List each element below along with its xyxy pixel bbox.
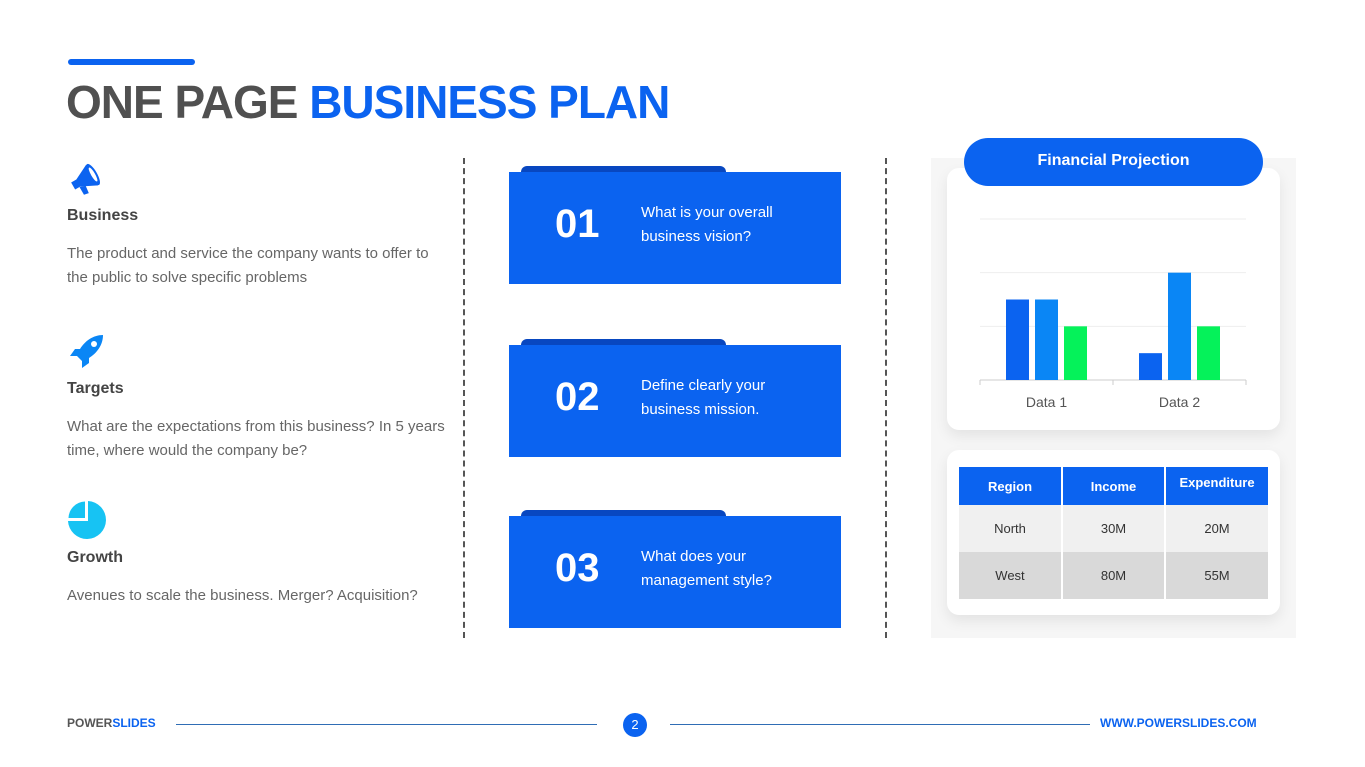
feature-business: Business The product and service the com… <box>67 158 447 290</box>
cell-region: West <box>959 552 1063 599</box>
cell-expenditure: 55M <box>1165 552 1268 599</box>
x-tick-label: Data 1 <box>1026 394 1067 410</box>
footer-line-left <box>176 724 597 725</box>
table-header-row: Region Income Expenditure <box>959 467 1268 505</box>
header-income: Income <box>1062 467 1166 505</box>
dashed-divider-right <box>885 158 887 638</box>
bar-chart: Data 1 Data 2 <box>979 218 1247 410</box>
step-number: 03 <box>555 546 600 590</box>
dashed-divider-left <box>463 158 465 638</box>
step-card-3: 03 What does your management style? <box>509 510 841 628</box>
title-part-gray: ONE PAGE <box>66 76 298 128</box>
brand-part-slides: SLIDES <box>112 716 156 730</box>
cell-region: North <box>959 505 1063 552</box>
cell-income: 80M <box>1062 552 1166 599</box>
bar-data-1-series-1 <box>1006 299 1029 380</box>
step-card-2: 02 Define clearly your business mission. <box>509 339 841 457</box>
table-row: West 80M 55M <box>959 552 1268 599</box>
brand-part-power: POWER <box>67 716 113 730</box>
step-text: What does your management style? <box>641 548 772 589</box>
title-part-blue: BUSINESS PLAN <box>309 76 670 128</box>
footer-line-right <box>670 724 1090 725</box>
step-card-1: 01 What is your overall business vision? <box>509 166 841 284</box>
page-title: ONE PAGE BUSINESS PLAN <box>66 74 670 130</box>
footer-url-link[interactable]: WWW.POWERSLIDES.COM <box>1100 716 1257 730</box>
feature-title: Business <box>67 207 139 224</box>
pie-chart-icon <box>68 501 106 539</box>
step-number: 01 <box>555 202 600 246</box>
feature-title: Targets <box>67 380 124 397</box>
feature-description: The product and service the company want… <box>67 245 429 286</box>
feature-growth: Growth Avenues to scale the business. Me… <box>67 500 447 608</box>
table-row: North 30M 20M <box>959 505 1268 552</box>
financial-table: Region Income Expenditure North 30M 20M … <box>959 467 1268 599</box>
step-text: What is your overall business vision? <box>641 204 773 245</box>
rocket-icon <box>70 335 103 368</box>
footer-brand: POWERSLIDES <box>67 716 156 730</box>
page-number-badge: 2 <box>623 713 647 737</box>
step-text: Define clearly your business mission. <box>641 377 766 418</box>
bar-data-2-series-2 <box>1168 272 1191 380</box>
x-tick-label: Data 2 <box>1159 394 1200 410</box>
cell-expenditure: 20M <box>1165 505 1268 552</box>
feature-description: Avenues to scale the business. Merger? A… <box>67 587 418 604</box>
cell-income: 30M <box>1062 505 1166 552</box>
title-accent-bar <box>68 59 195 65</box>
header-region: Region <box>959 467 1063 505</box>
feature-description: What are the expectations from this busi… <box>67 418 445 459</box>
feature-title: Growth <box>67 549 123 566</box>
bar-data-2-series-1 <box>1139 353 1162 380</box>
bar-data-2-series-3 <box>1197 326 1220 380</box>
feature-targets: Targets What are the expectations from t… <box>67 331 447 463</box>
bar-data-1-series-3 <box>1064 326 1087 380</box>
bar-data-1-series-2 <box>1035 299 1058 380</box>
step-number: 02 <box>555 375 600 419</box>
header-expenditure: Expenditure <box>1165 467 1268 505</box>
megaphone-icon <box>71 163 100 195</box>
